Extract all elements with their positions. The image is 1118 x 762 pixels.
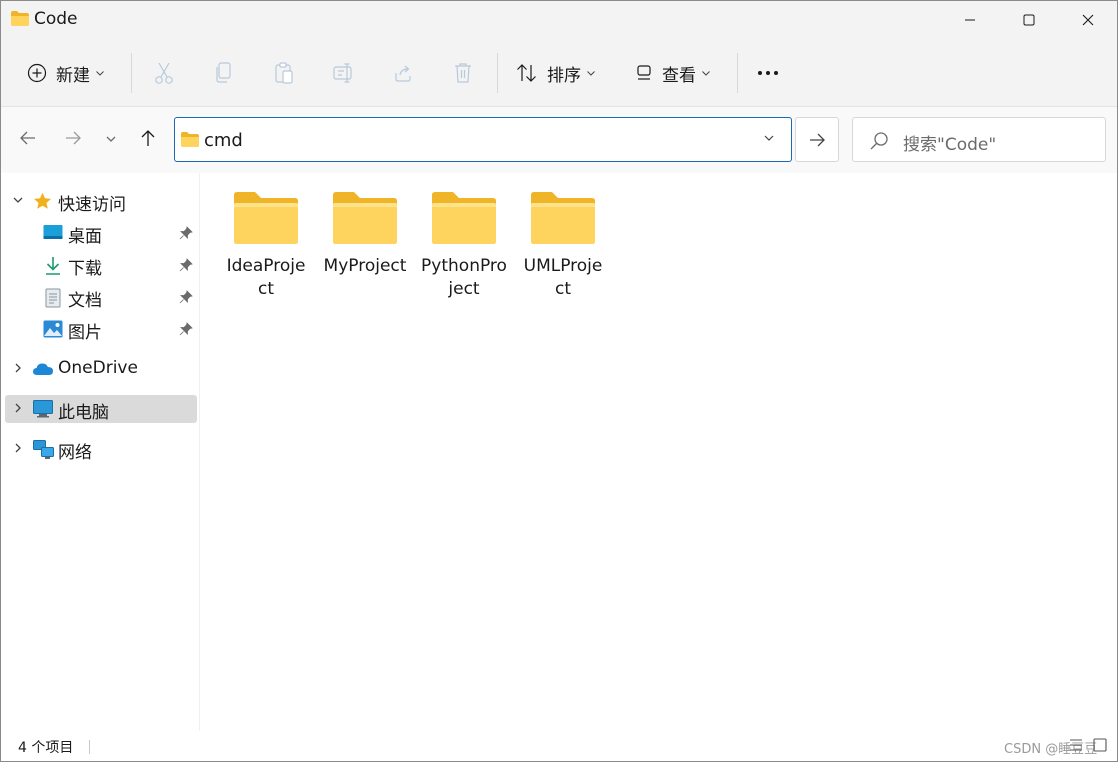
view-label: 查看 [662,65,696,86]
address-row: cmd 搜索"Code" [1,107,1117,173]
sort-button[interactable]: 排序 [516,53,595,93]
close-button[interactable] [1059,1,1117,39]
sidebar-item-pictures[interactable]: 图片 [5,315,197,343]
chevron-right-icon[interactable] [12,402,24,414]
network-icon [33,440,54,459]
toolbar-divider [737,53,738,93]
file-list: IdeaProject MyProject PythonProject UMLP… [200,173,1117,731]
pin-icon[interactable] [179,290,193,304]
sidebar-item-network[interactable]: 网络 [5,435,197,463]
status-divider [89,740,90,754]
sort-icon [517,64,536,82]
pin-icon[interactable] [179,226,193,240]
sidebar-item-label: 文档 [68,291,102,311]
more-icon[interactable] [757,70,779,76]
go-button[interactable] [795,117,839,162]
picture-icon [43,320,63,338]
sidebar-item-label: 桌面 [68,227,102,247]
sidebar-item-downloads[interactable]: 下载 [5,251,197,279]
copy-icon[interactable] [213,61,235,85]
sidebar-item-label: 下载 [68,259,102,279]
new-button[interactable]: 新建 [27,53,104,93]
sidebar-item-quick-access[interactable]: 快速访问 [5,187,197,215]
toolbar-divider [497,53,498,93]
folder-item[interactable]: MyProject [322,191,408,278]
folder-icon [181,132,199,147]
item-count: 4 个项目 [18,740,74,756]
pin-icon[interactable] [179,258,193,272]
desktop-icon [43,225,63,239]
chevron-down-icon [96,70,104,76]
document-icon [45,288,61,308]
new-label: 新建 [56,65,90,86]
toolbar-divider [131,53,132,93]
address-path[interactable]: cmd [204,130,243,151]
maximize-button[interactable] [1000,1,1058,39]
folder-name: PythonProject [421,256,507,299]
sidebar-item-label: 此电脑 [58,403,109,423]
sidebar-item-label: 图片 [68,323,102,343]
sidebar-item-label: OneDrive [58,358,138,378]
chevron-down-icon[interactable] [763,134,775,142]
folder-name: MyProject [323,256,407,276]
sidebar-item-documents[interactable]: 文档 [5,283,197,311]
up-arrow-icon[interactable] [139,129,157,147]
view-icon [637,65,651,80]
folder-item[interactable]: IdeaProject [223,191,309,301]
paste-icon[interactable] [273,61,295,85]
sidebar-item-onedrive[interactable]: OneDrive [5,355,197,383]
folder-icon [531,192,595,244]
share-icon[interactable] [393,61,415,85]
recent-locations-chevron-icon[interactable] [105,135,117,143]
back-arrow-icon[interactable] [19,129,37,147]
rename-icon[interactable] [333,61,355,85]
sort-label: 排序 [547,65,581,86]
cut-icon[interactable] [153,61,175,85]
star-icon [34,192,51,209]
sidebar-item-label: 网络 [58,443,92,463]
sidebar-item-this-pc[interactable]: 此电脑 [5,395,197,423]
arrow-right-icon [810,133,825,146]
large-icons-view-icon[interactable] [1093,738,1107,752]
chevron-down-icon [702,70,710,76]
pin-icon[interactable] [179,322,193,336]
minimize-icon [965,19,975,21]
watermark: CSDN @睡豆豆 [1004,742,1098,757]
folder-name: IdeaProject [226,256,306,299]
chevron-right-icon[interactable] [12,362,24,374]
file-explorer-window: Code 新建 排序 查看 cmd 搜索"Code" 快速访问 桌面 下载 文档… [0,0,1118,762]
chevron-down-icon[interactable] [12,194,24,206]
close-icon [1082,14,1094,26]
folder-icon [333,192,397,244]
add-circle-icon [27,63,47,83]
search-icon [870,132,888,150]
computer-icon [33,400,53,418]
search-placeholder: 搜索"Code" [903,135,997,155]
details-view-icon[interactable] [1069,738,1083,752]
download-icon [46,257,60,275]
delete-icon[interactable] [453,61,475,85]
folder-name: UMLProject [523,256,603,299]
minimize-button[interactable] [941,1,999,39]
folder-icon [432,192,496,244]
title-bar: Code [1,1,1117,39]
maximize-icon [1023,14,1035,26]
status-bar: 4 个项目 CSDN @睡豆豆 [1,731,1117,761]
search-box[interactable]: 搜索"Code" [852,117,1106,162]
navigation-pane: 快速访问 桌面 下载 文档 图片 OneDrive 此电脑 网络 [1,173,200,731]
folder-item[interactable]: UMLProject [520,191,606,301]
chevron-right-icon[interactable] [12,442,24,454]
view-button[interactable]: 查看 [635,53,710,93]
command-bar: 新建 排序 查看 [1,39,1117,107]
chevron-down-icon [587,70,595,76]
address-bar[interactable]: cmd [174,117,792,162]
cloud-icon [33,363,53,375]
forward-arrow-icon[interactable] [64,129,82,147]
folder-item[interactable]: PythonProject [421,191,507,301]
window-title: Code [34,9,78,29]
sidebar-item-label: 快速访问 [58,195,126,215]
folder-icon [234,192,298,244]
folder-icon [11,11,29,26]
sidebar-item-desktop[interactable]: 桌面 [5,219,197,247]
